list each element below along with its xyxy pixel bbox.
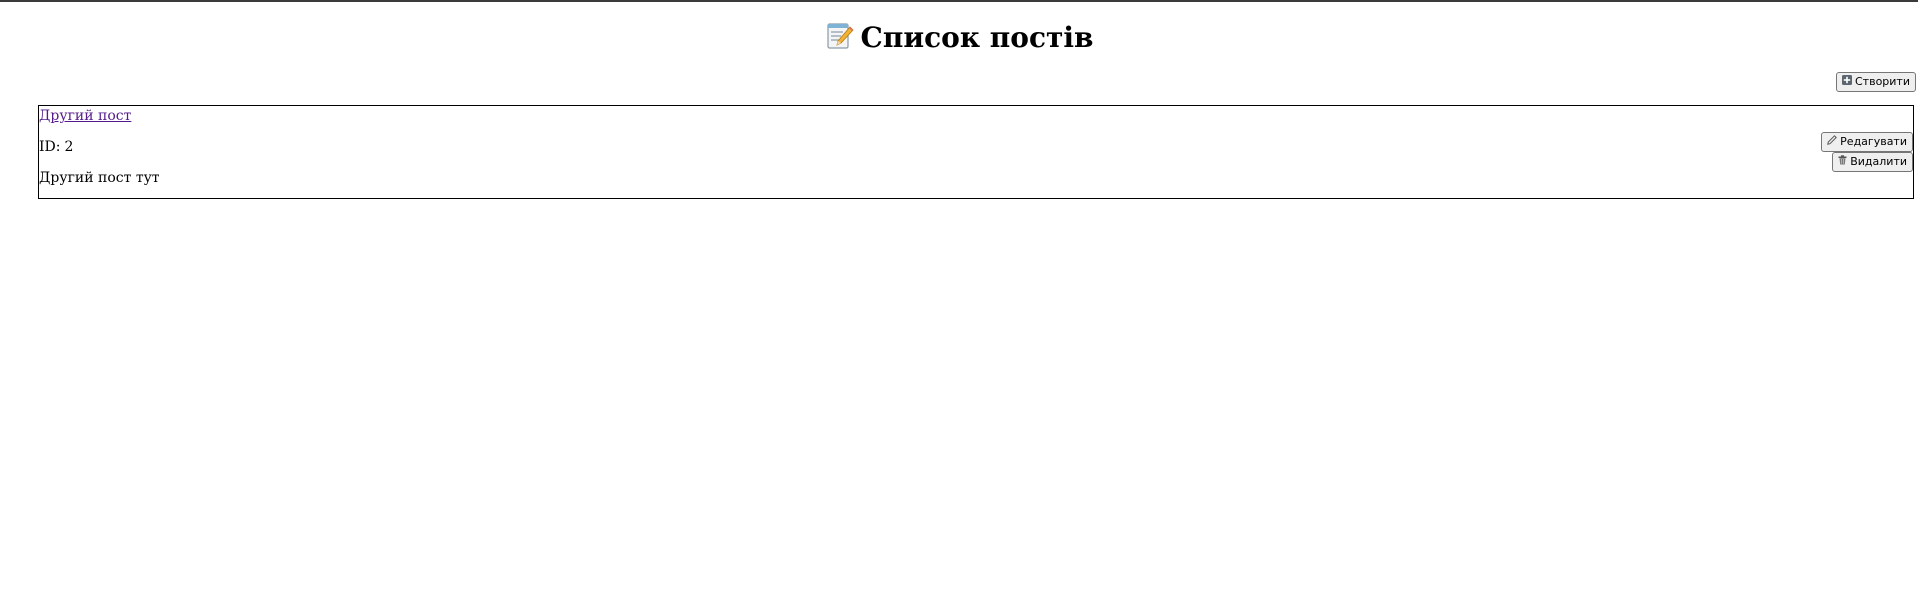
page-title-text: Список постів xyxy=(860,21,1094,54)
top-divider xyxy=(0,0,1918,2)
post-actions: Редагувати Видалити xyxy=(1821,132,1913,172)
edit-button[interactable]: Редагувати xyxy=(1821,132,1913,152)
post-id: ID: 2 xyxy=(39,138,73,156)
post-title-link[interactable]: Другий пост xyxy=(39,107,131,125)
delete-button-label: Видалити xyxy=(1850,155,1907,168)
create-button[interactable]: Створити xyxy=(1836,72,1916,92)
create-button-label: Створити xyxy=(1855,75,1910,88)
post-id-label: ID: xyxy=(39,139,61,155)
post-id-value: 2 xyxy=(64,139,74,155)
edit-button-label: Редагувати xyxy=(1840,135,1907,148)
delete-button[interactable]: Видалити xyxy=(1832,152,1913,172)
pencil-icon xyxy=(1827,134,1838,150)
post-body: Другий пост тут xyxy=(39,170,160,186)
page-title: Список постів xyxy=(0,18,1918,58)
plus-icon xyxy=(1842,74,1852,90)
memo-icon xyxy=(825,21,855,51)
post-card: Другий пост ID: 2 Другий пост тут Редагув… xyxy=(38,105,1914,199)
trash-icon xyxy=(1838,154,1847,170)
